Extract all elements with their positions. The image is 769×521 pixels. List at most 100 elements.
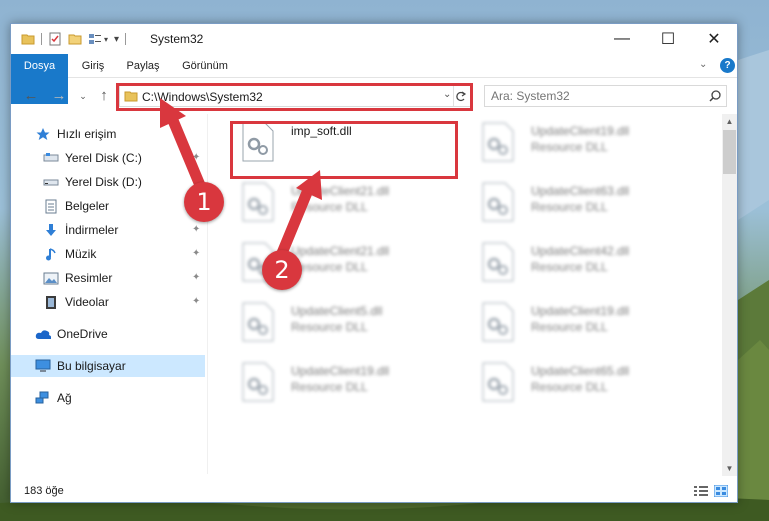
file-type: Resource DLL bbox=[291, 260, 368, 274]
address-highlight-box bbox=[116, 83, 473, 111]
recent-locations-icon[interactable]: ⌄ bbox=[73, 86, 93, 106]
file-name: UpdateClient65.dll bbox=[531, 364, 630, 378]
file-type: Resource DLL bbox=[291, 320, 368, 334]
search-icon[interactable] bbox=[708, 89, 722, 103]
download-icon bbox=[43, 222, 59, 238]
ribbon-tabs: Dosya Giriş Paylaş Görünüm ⌄ ? bbox=[11, 54, 737, 104]
view-options-icon[interactable] bbox=[88, 32, 102, 46]
file-name: UpdateClient5.dll bbox=[291, 304, 383, 318]
tab-view[interactable]: Görünüm bbox=[173, 54, 237, 78]
pin-icon[interactable]: ✦ bbox=[192, 296, 202, 308]
sidebar-item-label: Resimler bbox=[65, 271, 113, 285]
sidebar-item-onedrive[interactable]: OneDrive bbox=[11, 323, 205, 345]
status-bar: 183 öğe bbox=[11, 480, 737, 502]
file-type: Resource DLL bbox=[531, 260, 608, 274]
details-view-icon[interactable] bbox=[694, 485, 708, 497]
pin-icon[interactable]: ✦ bbox=[192, 224, 202, 236]
sidebar-item-documents[interactable]: Belgeler ✦ bbox=[11, 195, 205, 217]
quick-access-toolbar: ▾ ▾ bbox=[21, 31, 132, 47]
sidebar-item-label: Bu bilgisayar bbox=[57, 359, 126, 373]
pane-divider bbox=[207, 114, 208, 474]
separator bbox=[125, 33, 127, 45]
pin-icon[interactable]: ✦ bbox=[192, 152, 202, 164]
search-box[interactable] bbox=[484, 85, 727, 107]
scroll-down-icon[interactable]: ▼ bbox=[722, 461, 737, 476]
minimize-button[interactable]: — bbox=[599, 24, 645, 54]
forward-arrow-icon[interactable]: → bbox=[49, 86, 69, 106]
dll-file-icon bbox=[242, 362, 274, 402]
close-button[interactable]: ✕ bbox=[691, 24, 737, 54]
dll-file-icon bbox=[482, 242, 514, 282]
folder-icon[interactable] bbox=[21, 32, 35, 46]
vertical-scrollbar[interactable]: ▲ ▼ bbox=[722, 114, 737, 476]
large-icons-view-icon[interactable] bbox=[714, 485, 728, 497]
file-type: Resource DLL bbox=[291, 200, 368, 214]
sidebar-item-pictures[interactable]: Resimler ✦ bbox=[11, 267, 205, 289]
scroll-thumb[interactable] bbox=[723, 130, 736, 174]
up-arrow-icon[interactable]: ↑ bbox=[94, 86, 114, 106]
sidebar-item-quick-access[interactable]: Hızlı erişim bbox=[11, 123, 205, 145]
help-button[interactable]: ? bbox=[720, 58, 735, 73]
cloud-icon bbox=[35, 326, 51, 342]
file-type: Resource DLL bbox=[291, 380, 368, 394]
explorer-window: ▾ ▾ System32 — ☐ ✕ Dosya Giriş Paylaş Gö… bbox=[10, 23, 738, 503]
tab-share[interactable]: Paylaş bbox=[119, 54, 167, 78]
drive-icon bbox=[43, 150, 59, 166]
search-input[interactable] bbox=[491, 88, 701, 104]
document-icon bbox=[43, 198, 59, 214]
sidebar-item-label: Ağ bbox=[57, 391, 72, 405]
pin-icon[interactable]: ✦ bbox=[192, 248, 202, 260]
file-name: UpdateClient42.dll bbox=[531, 244, 630, 258]
sidebar-item-drive-c[interactable]: Yerel Disk (C:) ✦ bbox=[11, 147, 205, 169]
separator bbox=[41, 33, 42, 45]
picture-icon bbox=[43, 270, 59, 286]
dll-file-icon bbox=[242, 182, 274, 222]
sidebar-item-videos[interactable]: Videolar ✦ bbox=[11, 291, 205, 313]
sidebar-item-drive-d[interactable]: Yerel Disk (D:) ✦ bbox=[11, 171, 205, 193]
chevron-down-icon[interactable]: ▾ bbox=[104, 35, 108, 44]
step-badge-2: 2 bbox=[262, 250, 302, 290]
step-badge-1: 1 bbox=[184, 182, 224, 222]
file-type: Resource DLL bbox=[531, 380, 608, 394]
star-icon bbox=[35, 126, 51, 142]
file-name: UpdateClient21.dll bbox=[291, 244, 390, 258]
sidebar-item-network[interactable]: Ağ bbox=[11, 387, 205, 409]
dll-file-icon bbox=[482, 122, 514, 162]
file-name: UpdateClient63.dll bbox=[531, 184, 630, 198]
file-item[interactable]: UpdateClient63.dll Resource DLL bbox=[473, 178, 693, 228]
tab-home[interactable]: Giriş bbox=[73, 54, 113, 78]
file-item[interactable]: UpdateClient19.dll Resource DLL bbox=[473, 118, 693, 168]
file-item[interactable]: UpdateClient5.dll Resource DLL bbox=[233, 298, 453, 348]
new-folder-icon[interactable] bbox=[68, 32, 82, 46]
file-item[interactable]: UpdateClient65.dll Resource DLL bbox=[473, 358, 693, 408]
back-arrow-icon[interactable]: ← bbox=[21, 86, 41, 106]
file-item[interactable]: UpdateClient19.dll Resource DLL bbox=[473, 298, 693, 348]
properties-icon[interactable] bbox=[48, 32, 62, 46]
sidebar-item-music[interactable]: Müzik ✦ bbox=[11, 243, 205, 265]
network-icon bbox=[35, 390, 51, 406]
pin-icon[interactable]: ✦ bbox=[192, 272, 202, 284]
video-icon bbox=[43, 294, 59, 310]
file-type: Resource DLL bbox=[531, 200, 608, 214]
expand-ribbon-icon[interactable]: ⌄ bbox=[699, 59, 707, 70]
dll-file-icon bbox=[482, 182, 514, 222]
item-count: 183 öğe bbox=[24, 485, 64, 497]
sidebar-item-label: Videolar bbox=[65, 295, 109, 309]
file-item[interactable]: UpdateClient42.dll Resource DLL bbox=[473, 238, 693, 288]
window-title: System32 bbox=[150, 32, 204, 46]
sidebar-item-label: Yerel Disk (D:) bbox=[65, 175, 142, 189]
sidebar-item-this-pc[interactable]: Bu bilgisayar bbox=[11, 355, 205, 377]
maximize-button[interactable]: ☐ bbox=[645, 24, 691, 54]
sidebar-item-label: OneDrive bbox=[57, 327, 108, 341]
customize-toolbar-icon[interactable]: ▾ bbox=[114, 34, 119, 45]
drive-icon bbox=[43, 174, 59, 190]
sidebar-item-downloads[interactable]: İndirmeler ✦ bbox=[11, 219, 205, 241]
file-item[interactable]: UpdateClient21.dll Resource DLL bbox=[233, 178, 453, 228]
sidebar-item-label: İndirmeler bbox=[65, 223, 119, 237]
file-item[interactable]: UpdateClient19.dll Resource DLL bbox=[233, 358, 453, 408]
dll-file-icon bbox=[242, 302, 274, 342]
sidebar-item-label: Müzik bbox=[65, 247, 97, 261]
music-icon bbox=[43, 246, 59, 262]
scroll-up-icon[interactable]: ▲ bbox=[722, 114, 737, 129]
file-name: UpdateClient19.dll bbox=[531, 304, 630, 318]
